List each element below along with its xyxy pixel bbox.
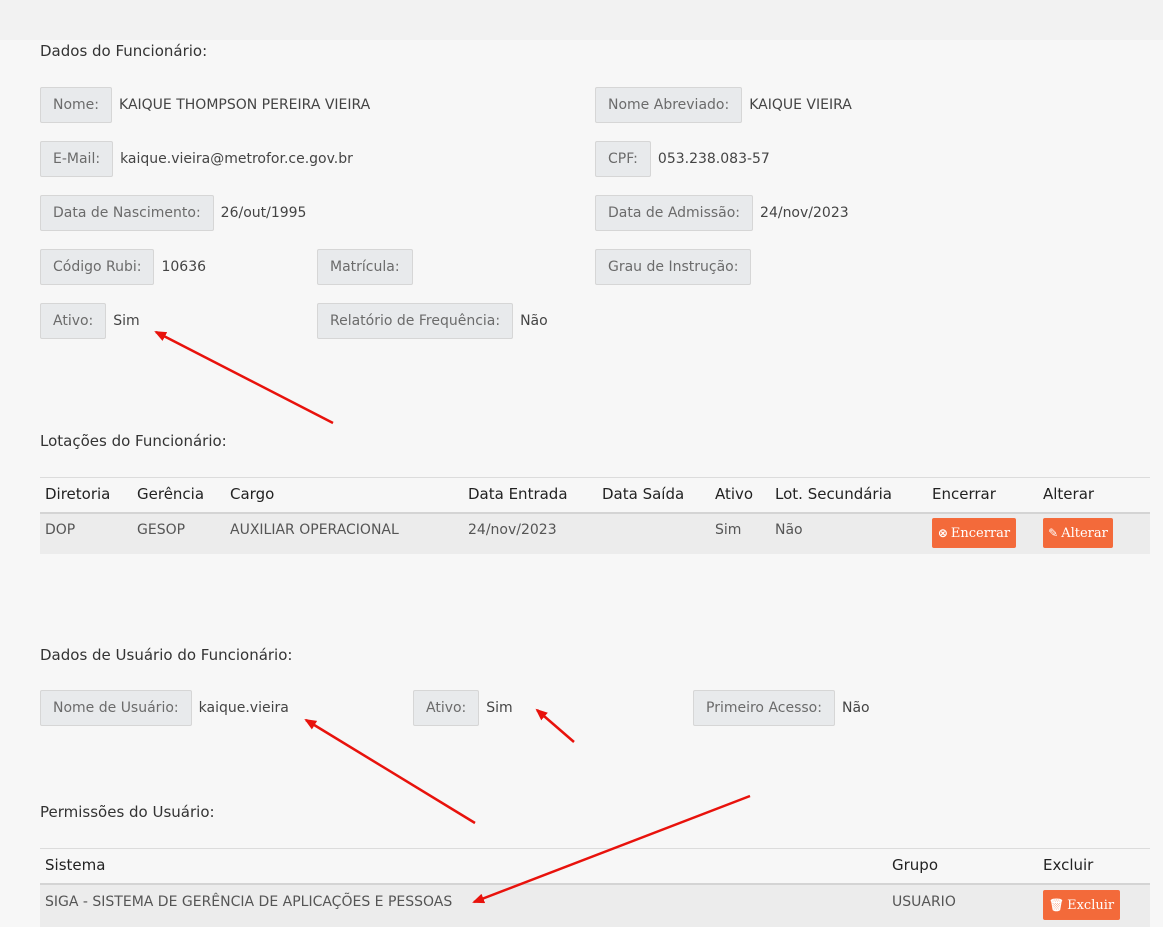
field-data-nascimento: Data de Nascimento: 26/out/1995 bbox=[40, 195, 306, 231]
cell-ativo: Sim bbox=[715, 522, 742, 538]
lotacoes-section-title: Lotações do Funcionário: bbox=[40, 432, 227, 450]
field-value: KAIQUE THOMPSON PEREIRA VIEIRA bbox=[119, 97, 371, 113]
field-label: Nome Abreviado: bbox=[595, 87, 743, 123]
arrow-nome-usuario bbox=[304, 718, 476, 825]
field-value: KAIQUE VIEIRA bbox=[749, 97, 852, 113]
field-label: Nome: bbox=[40, 87, 113, 123]
arrow-ativo bbox=[154, 330, 334, 425]
field-usuario-ativo: Ativo: Sim bbox=[413, 690, 513, 726]
alterar-button[interactable]: ✎ Alterar bbox=[1043, 518, 1113, 548]
field-value: Sim bbox=[486, 700, 513, 716]
annotation-arrows bbox=[154, 330, 751, 904]
column-header: Sistema bbox=[45, 856, 106, 874]
encerrar-button[interactable]: ⊗ Encerrar bbox=[932, 518, 1016, 548]
column-header: Grupo bbox=[892, 856, 938, 874]
button-label: Encerrar bbox=[950, 525, 1011, 541]
arrow-usuario-ativo bbox=[535, 708, 575, 743]
field-nome-abreviado: Nome Abreviado: KAIQUE VIEIRA bbox=[595, 87, 852, 123]
field-value: 26/out/1995 bbox=[220, 205, 307, 221]
cell-data-entrada: 24/nov/2023 bbox=[468, 522, 557, 538]
field-relatorio-frequencia: Relatório de Frequência: Não bbox=[317, 303, 548, 339]
field-primeiro-acesso: Primeiro Acesso: Não bbox=[693, 690, 870, 726]
column-header: Gerência bbox=[137, 485, 205, 503]
column-header: Lot. Secundária bbox=[775, 485, 892, 503]
field-value: 10636 bbox=[161, 259, 207, 275]
user-section-title: Dados de Usuário do Funcionário: bbox=[40, 646, 293, 664]
cell-gerencia: GESOP bbox=[137, 522, 186, 538]
cell-lot-secundaria: Não bbox=[775, 522, 803, 538]
field-value: kaique.vieira@metrofor.ce.gov.br bbox=[120, 151, 353, 167]
cell-diretoria: DOP bbox=[45, 522, 76, 538]
field-label: Matrícula: bbox=[317, 249, 413, 285]
field-value: Sim bbox=[113, 313, 140, 329]
cell-cargo: AUXILIAR OPERACIONAL bbox=[230, 522, 399, 538]
column-header: Ativo bbox=[715, 485, 754, 503]
field-nome: Nome: KAIQUE THOMPSON PEREIRA VIEIRA bbox=[40, 87, 370, 123]
lotacoes-table: Diretoria Gerência Cargo Data Entrada Da… bbox=[40, 477, 1150, 555]
field-value: 24/nov/2023 bbox=[760, 205, 849, 221]
cell-sistema: SIGA - SISTEMA DE GERÊNCIA DE APLICAÇÕES… bbox=[45, 894, 453, 910]
permissions-table: Sistema Grupo Excluir SIGA - SISTEMA DE … bbox=[40, 848, 1150, 927]
button-label: Excluir bbox=[1067, 897, 1115, 913]
trash-icon: 🗑 bbox=[1048, 898, 1065, 912]
field-ativo: Ativo: Sim bbox=[40, 303, 140, 339]
field-grau-instrucao: Grau de Instrução: bbox=[595, 249, 758, 285]
column-header: Cargo bbox=[230, 485, 275, 503]
column-header: Excluir bbox=[1043, 856, 1094, 874]
table-row: SIGA - SISTEMA DE GERÊNCIA DE APLICAÇÕES… bbox=[40, 885, 1150, 927]
column-header: Alterar bbox=[1043, 485, 1095, 503]
field-label: Ativo: bbox=[40, 303, 107, 339]
table-border bbox=[40, 477, 1150, 478]
column-header: Data Entrada bbox=[468, 485, 568, 503]
field-label: Grau de Instrução: bbox=[595, 249, 752, 285]
field-label: Primeiro Acesso: bbox=[693, 690, 835, 726]
table-row: DOP GESOP AUXILIAR OPERACIONAL 24/nov/20… bbox=[40, 514, 1150, 554]
column-header: Encerrar bbox=[932, 485, 996, 503]
column-header: Diretoria bbox=[45, 485, 111, 503]
excluir-button[interactable]: 🗑 Excluir bbox=[1043, 890, 1120, 920]
field-label: Relatório de Frequência: bbox=[317, 303, 514, 339]
field-cpf: CPF: 053.238.083-57 bbox=[595, 141, 770, 177]
field-label: Data de Nascimento: bbox=[40, 195, 214, 231]
field-data-admissao: Data de Admissão: 24/nov/2023 bbox=[595, 195, 849, 231]
field-value: Não bbox=[841, 700, 870, 716]
field-label: Código Rubi: bbox=[40, 249, 155, 285]
field-value: kaique.vieira bbox=[198, 700, 289, 716]
close-circle-icon: ⊗ bbox=[937, 526, 948, 540]
field-matricula: Matrícula: bbox=[317, 249, 420, 285]
column-header: Data Saída bbox=[602, 485, 685, 503]
cell-grupo: USUARIO bbox=[892, 894, 956, 910]
field-value: Não bbox=[520, 313, 548, 329]
pencil-icon: ✎ bbox=[1048, 526, 1059, 540]
employee-section-title: Dados do Funcionário: bbox=[40, 42, 208, 60]
field-nome-usuario: Nome de Usuário: kaique.vieira bbox=[40, 690, 289, 726]
button-label: Alterar bbox=[1061, 525, 1108, 541]
field-label: CPF: bbox=[595, 141, 651, 177]
field-codigo-rubi: Código Rubi: 10636 bbox=[40, 249, 206, 285]
table-border bbox=[40, 848, 1150, 849]
field-label: Ativo: bbox=[413, 690, 480, 726]
field-value: 053.238.083-57 bbox=[657, 151, 770, 167]
field-email: E-Mail: kaique.vieira@metrofor.ce.gov.br bbox=[40, 141, 353, 177]
top-strip bbox=[0, 0, 1163, 40]
field-label: Nome de Usuário: bbox=[40, 690, 192, 726]
field-label: Data de Admissão: bbox=[595, 195, 754, 231]
field-label: E-Mail: bbox=[40, 141, 114, 177]
permissions-section-title: Permissões do Usuário: bbox=[40, 803, 215, 821]
